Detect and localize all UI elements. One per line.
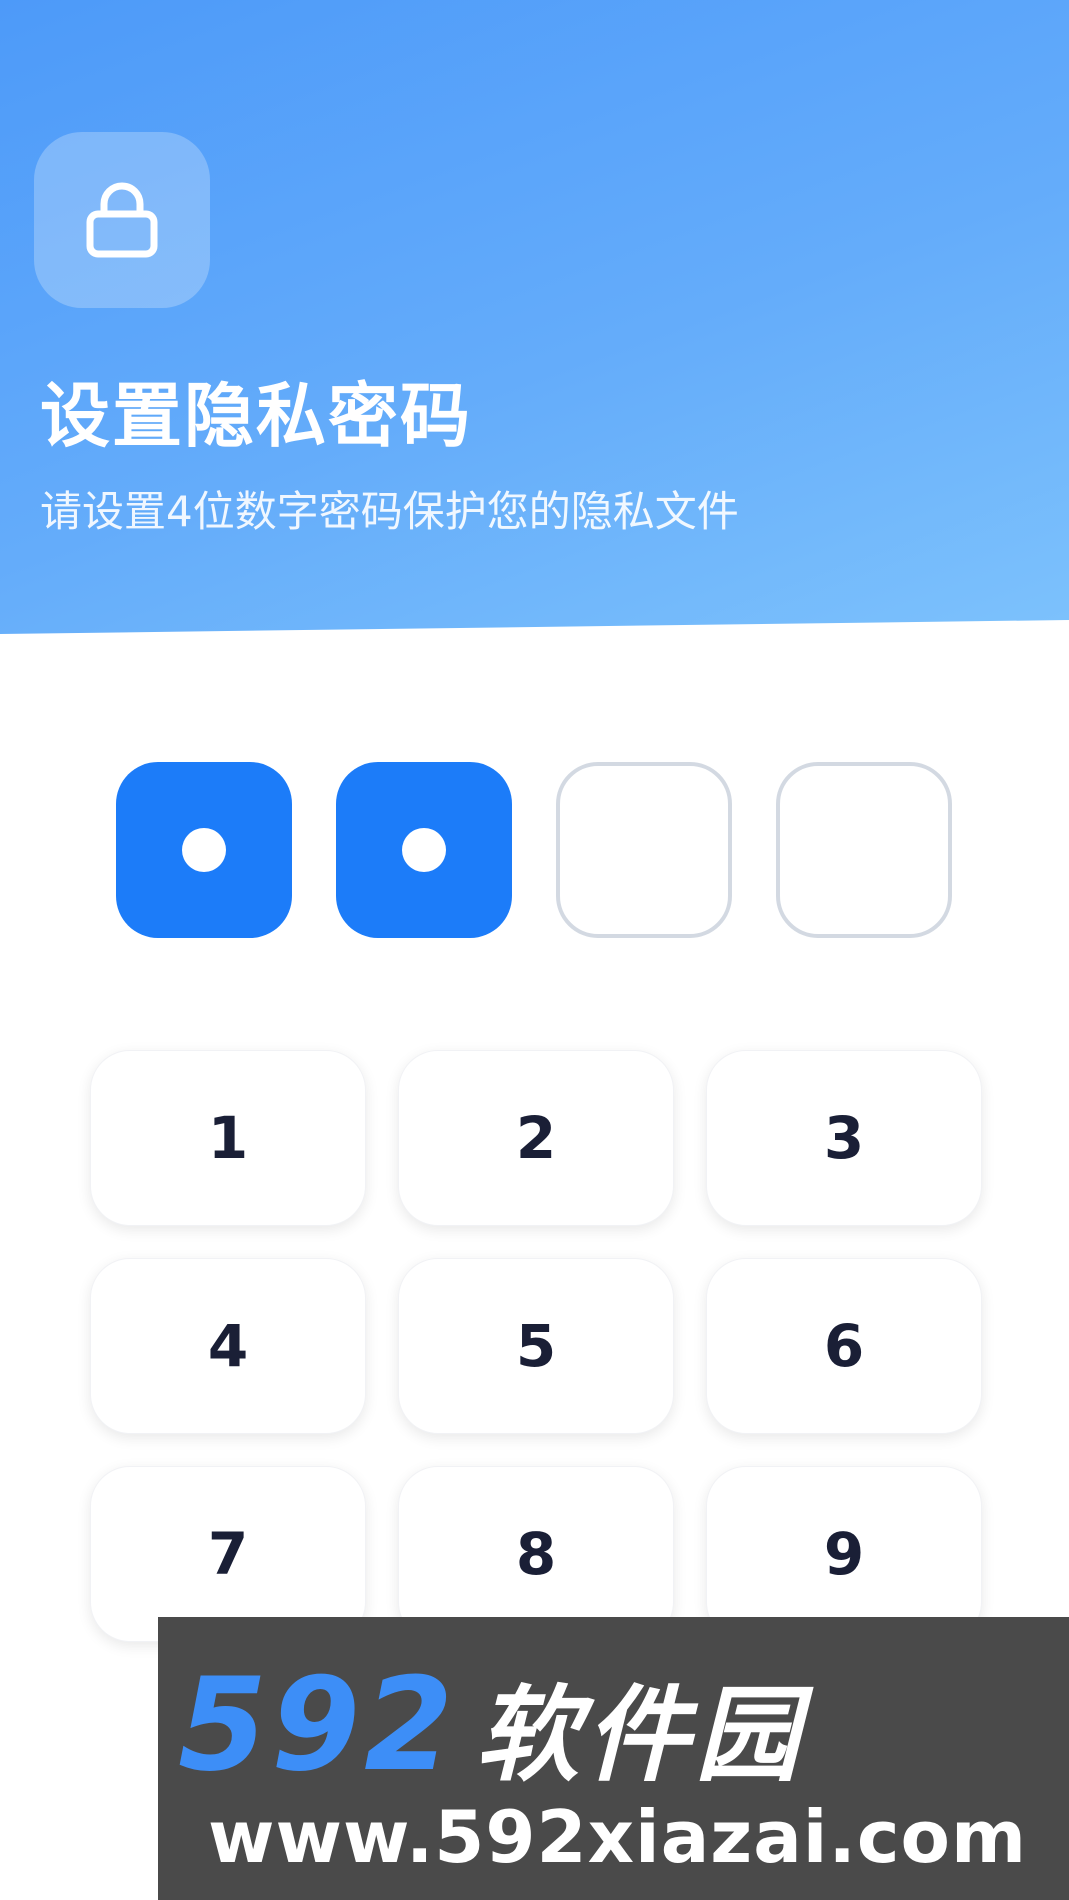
header: 设置隐私密码 请设置4位数字密码保护您的隐私文件 xyxy=(0,0,1069,634)
watermark-url: www.592xiazai.com xyxy=(208,1795,1027,1879)
page-subtitle: 请设置4位数字密码保护您的隐私文件 xyxy=(40,487,739,536)
pin-dot xyxy=(402,828,446,872)
pin-box-4 xyxy=(776,762,952,938)
key-8[interactable]: 8 xyxy=(398,1466,674,1642)
page-title: 设置隐私密码 xyxy=(40,375,472,457)
key-2[interactable]: 2 xyxy=(398,1050,674,1226)
key-7[interactable]: 7 xyxy=(90,1466,366,1642)
pin-box-1 xyxy=(116,762,292,938)
pin-dot xyxy=(182,828,226,872)
watermark-number: 592 xyxy=(178,1650,458,1800)
watermark: 592 软件园 www.592xiazai.com xyxy=(158,1617,1069,1900)
pin-box-2 xyxy=(336,762,512,938)
pin-box-3 xyxy=(556,762,732,938)
key-1[interactable]: 1 xyxy=(90,1050,366,1226)
key-5[interactable]: 5 xyxy=(398,1258,674,1434)
pin-indicator xyxy=(116,762,956,938)
key-6[interactable]: 6 xyxy=(706,1258,982,1434)
watermark-text: 软件园 xyxy=(475,1673,806,1796)
key-3[interactable]: 3 xyxy=(706,1050,982,1226)
page: 设置隐私密码 请设置4位数字密码保护您的隐私文件 1 2 3 4 5 6 7 8… xyxy=(0,0,1069,1900)
watermark-brand: 592 软件园 xyxy=(178,1651,805,1800)
lock-icon-tile xyxy=(34,132,210,308)
key-9[interactable]: 9 xyxy=(706,1466,982,1642)
key-4[interactable]: 4 xyxy=(90,1258,366,1434)
lock-icon xyxy=(86,182,158,258)
